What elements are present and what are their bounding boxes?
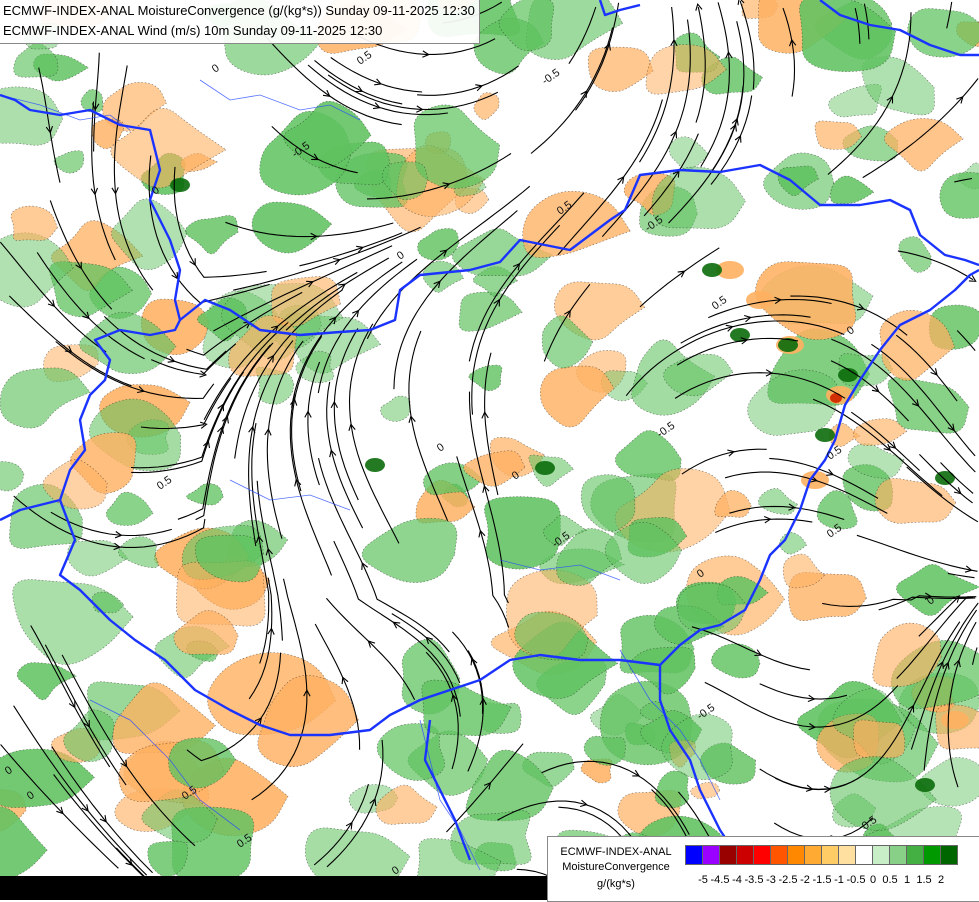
legend-tick-label: -5 bbox=[698, 874, 708, 886]
legend-tick-label: -2.5 bbox=[778, 874, 798, 886]
strong-convergence-cell bbox=[702, 263, 722, 277]
title-line-wind: ECMWF-INDEX-ANAL Wind (m/s) 10m Sunday 0… bbox=[3, 23, 383, 38]
legend-swatch bbox=[838, 845, 856, 865]
map-title-box: ECMWF-INDEX-ANAL MoistureConvergence (g/… bbox=[0, 0, 480, 44]
legend-swatch bbox=[872, 845, 890, 865]
legend-model: ECMWF-INDEX-ANAL bbox=[560, 846, 672, 858]
strong-divergence-cell bbox=[746, 291, 774, 309]
legend-swatch bbox=[855, 845, 873, 865]
strong-convergence-cell bbox=[535, 461, 555, 475]
legend-swatches bbox=[685, 845, 958, 865]
title-line-moisture: ECMWF-INDEX-ANAL MoistureConvergence (g/… bbox=[3, 3, 475, 18]
legend-tick-label: -2 bbox=[800, 874, 810, 886]
legend-tick-label: -4 bbox=[732, 874, 742, 886]
legend-variable: MoistureConvergence bbox=[562, 861, 670, 873]
legend-swatch bbox=[719, 845, 737, 865]
legend-swatch bbox=[940, 845, 958, 865]
legend-swatch bbox=[923, 845, 941, 865]
strong-convergence-cell bbox=[170, 178, 190, 192]
legend-tick-label: -0.5 bbox=[846, 874, 866, 886]
legend-tick-label: -3 bbox=[766, 874, 776, 886]
weather-map: 0.5-0.50-0.500.50-0.50.50-0.50 0.500.5-0.… bbox=[0, 0, 979, 900]
legend-swatch bbox=[906, 845, 924, 865]
strong-convergence-cell bbox=[915, 778, 935, 792]
legend-ticks: -5 -4.5 -4 -3.5 -3 -2.5 -2 -1.5 -1 -0.5 0 0.5 1 1.5 2 bbox=[685, 874, 979, 888]
legend-tick-label: 1 bbox=[903, 874, 911, 886]
legend-tick-label: -3.5 bbox=[744, 874, 764, 886]
legend-tick-label: 2 bbox=[937, 874, 945, 886]
strong-convergence-cell bbox=[815, 428, 835, 442]
color-legend: ECMWF-INDEX-ANAL MoistureConvergence g/(… bbox=[547, 836, 979, 902]
legend-tick-label: 0 bbox=[869, 874, 877, 886]
legend-swatch bbox=[804, 845, 822, 865]
legend-tick-label: -1 bbox=[834, 874, 844, 886]
legend-swatch bbox=[889, 845, 907, 865]
legend-swatch bbox=[702, 845, 720, 865]
extreme-divergence-cell bbox=[830, 393, 842, 403]
legend-swatch bbox=[770, 845, 788, 865]
legend-tick-label: 0.5 bbox=[882, 874, 898, 886]
legend-tick-label: -1.5 bbox=[812, 874, 832, 886]
divergence-area bbox=[853, 719, 906, 759]
legend-tick-label: -4.5 bbox=[710, 874, 730, 886]
legend-swatch bbox=[821, 845, 839, 865]
legend-tick-label: 1.5 bbox=[916, 874, 932, 886]
legend-swatch bbox=[753, 845, 771, 865]
strong-convergence-cell bbox=[365, 458, 385, 472]
legend-swatch bbox=[787, 845, 805, 865]
legend-swatch bbox=[685, 845, 703, 865]
strong-divergence-cell bbox=[941, 711, 969, 729]
legend-unit: g/(kg*s) bbox=[597, 878, 635, 890]
legend-swatch bbox=[736, 845, 754, 865]
